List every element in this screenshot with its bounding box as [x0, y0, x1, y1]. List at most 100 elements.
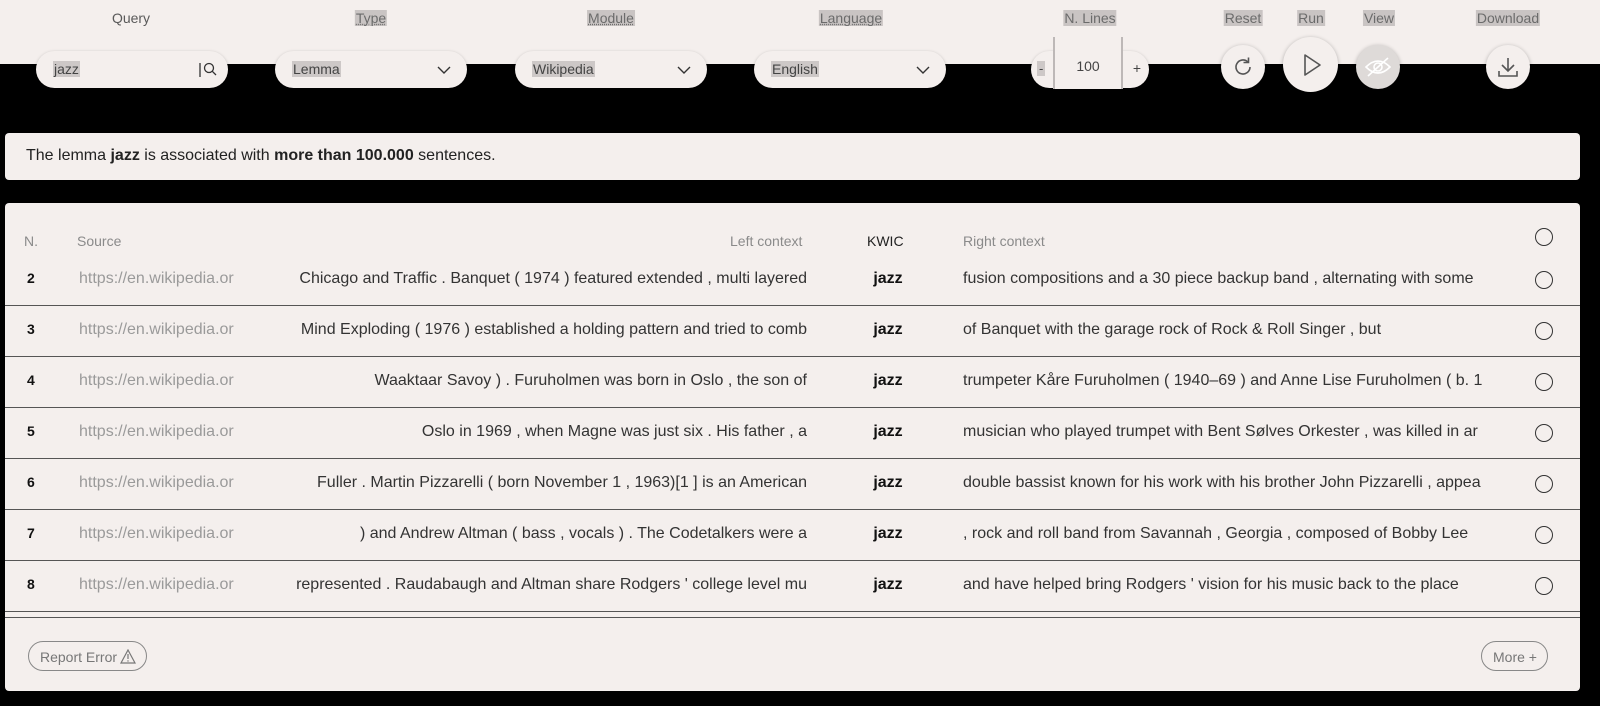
table-row[interactable]: 3 https://en.wikipedia.org Mind Explodin… [5, 305, 1580, 356]
row-number: 8 [27, 576, 35, 592]
table-row[interactable]: 2 https://en.wikipedia.org Chicago and T… [5, 266, 1580, 305]
row-select-radio-icon[interactable] [1535, 271, 1553, 289]
row-kwic: jazz [873, 525, 903, 542]
warning-icon [120, 648, 137, 664]
download-label: Download [1475, 10, 1541, 26]
summary-lemma: jazz [110, 147, 140, 164]
table-bottom-divider [5, 617, 1580, 618]
language-value: English [771, 61, 819, 77]
reset-label: Reset [1223, 10, 1263, 26]
row-kwic: jazz [873, 372, 903, 389]
header-left-context: Left context [730, 233, 803, 249]
row-right-context: fusion compositions and a 30 piece backu… [963, 270, 1474, 287]
language-label: Language [818, 10, 884, 26]
eye-off-icon [1364, 57, 1392, 77]
row-left-context: ) and Andrew Altman ( bass , vocals ) . … [359, 525, 807, 542]
nlines-increment-button[interactable]: + [1133, 60, 1141, 76]
results-table-body[interactable]: 2 https://en.wikipedia.org Chicago and T… [5, 266, 1580, 614]
view-label: View [1362, 10, 1396, 26]
type-select[interactable]: Lemma [275, 51, 467, 88]
row-right-context: trumpeter Kåre Furuholmen ( 1940–69 ) an… [963, 372, 1483, 389]
download-button[interactable] [1486, 45, 1530, 89]
run-label: Run [1297, 10, 1325, 26]
row-select-radio-icon[interactable] [1535, 526, 1553, 544]
row-source-link[interactable]: https://en.wikipedia.org [79, 321, 234, 339]
row-left-context: Chicago and Traffic . Banquet ( 1974 ) f… [299, 270, 807, 287]
select-all-radio-icon[interactable] [1535, 228, 1553, 246]
row-select-radio-icon[interactable] [1535, 322, 1553, 340]
module-select[interactable]: Wikipedia [515, 51, 707, 88]
summary-count: more than 100.000 [274, 147, 414, 164]
chevron-down-icon [677, 66, 691, 74]
nlines-field[interactable]: 100 [1053, 37, 1123, 89]
table-row[interactable]: 4 https://en.wikipedia.org Waaktaar Savo… [5, 356, 1580, 407]
run-button[interactable] [1283, 37, 1338, 92]
row-right-context: double bassist known for his work with h… [963, 474, 1481, 491]
row-number: 6 [27, 474, 35, 490]
table-row [5, 611, 1580, 614]
reset-button[interactable] [1221, 45, 1265, 89]
row-select-radio-icon[interactable] [1535, 577, 1553, 595]
row-source-link[interactable]: https://en.wikipedia.org [79, 474, 234, 492]
row-right-context: , rock and roll band from Savannah , Geo… [963, 525, 1469, 542]
row-left-context: represented . Raudabaugh and Altman shar… [296, 576, 807, 593]
row-kwic: jazz [873, 270, 903, 287]
header-kwic: KWIC [867, 233, 904, 249]
summary-prefix: The lemma [26, 147, 111, 164]
row-source-link[interactable]: https://en.wikipedia.org [79, 576, 234, 594]
chevron-down-icon [437, 66, 451, 74]
table-row[interactable]: 8 https://en.wikipedia.org represented .… [5, 560, 1580, 611]
row-left-context: Fuller . Martin Pizzarelli ( born Novemb… [317, 474, 807, 491]
row-source-link[interactable]: https://en.wikipedia.org [79, 525, 234, 543]
table-row[interactable]: 6 https://en.wikipedia.org Fuller . Mart… [5, 458, 1580, 509]
row-source-link[interactable]: https://en.wikipedia.org [79, 372, 234, 390]
nlines-stepper[interactable]: - 100 + [1031, 37, 1149, 89]
header-right-context: Right context [963, 233, 1045, 249]
row-source-link[interactable]: https://en.wikipedia.org [79, 270, 234, 288]
row-select-radio-icon[interactable] [1535, 424, 1553, 442]
report-error-label: Report Error [40, 649, 118, 665]
nlines-value: 100 [1076, 58, 1100, 74]
row-kwic: jazz [873, 423, 903, 440]
download-icon [1498, 58, 1518, 77]
search-icon[interactable] [198, 60, 218, 80]
view-button[interactable] [1356, 45, 1400, 89]
reset-icon [1235, 57, 1251, 75]
summary-suffix: sentences. [413, 147, 496, 164]
row-number: 4 [27, 372, 35, 388]
query-label: Query [111, 10, 151, 26]
module-value: Wikipedia [532, 61, 595, 77]
language-select[interactable]: English [754, 51, 946, 88]
row-left-context: Mind Exploding ( 1976 ) established a ho… [300, 321, 807, 338]
table-row[interactable]: 7 https://en.wikipedia.org ) and Andrew … [5, 509, 1580, 560]
row-kwic: jazz [873, 321, 903, 338]
type-label: Type [354, 10, 388, 26]
type-value: Lemma [292, 61, 341, 77]
query-value: jazz [53, 61, 80, 77]
results-panel: N. Source Left context KWIC Right contex… [5, 203, 1580, 691]
row-right-context: of Banquet with the garage rock of Rock … [963, 321, 1382, 338]
chevron-down-icon [916, 66, 930, 74]
more-button[interactable]: More + [1481, 641, 1548, 671]
nlines-label: N. Lines [1063, 10, 1117, 26]
row-left-context: Oslo in 1969 , when Magne was just six .… [421, 423, 807, 440]
nlines-decrement-button[interactable]: - [1037, 61, 1046, 76]
row-right-context: and have helped bring Rodgers ' vision f… [963, 576, 1459, 593]
report-error-button[interactable]: Report Error [28, 641, 148, 671]
row-source-link[interactable]: https://en.wikipedia.org [79, 423, 234, 441]
row-kwic: jazz [873, 576, 903, 593]
summary-middle: is associated with [139, 147, 275, 164]
row-kwic: jazz [873, 474, 903, 491]
row-select-radio-icon[interactable] [1535, 373, 1553, 391]
row-number: 3 [27, 321, 35, 337]
row-left-context: Waaktaar Savoy ) . Furuholmen was born i… [374, 372, 808, 389]
table-row[interactable]: 5 https://en.wikipedia.org Oslo in 1969 … [5, 407, 1580, 458]
row-right-context: musician who played trumpet with Bent Sø… [963, 423, 1478, 440]
row-number: 7 [27, 525, 35, 541]
play-icon [1303, 53, 1321, 76]
module-label: Module [587, 10, 635, 26]
query-input[interactable]: jazz [36, 51, 228, 88]
row-number: 5 [27, 423, 35, 439]
row-select-radio-icon[interactable] [1535, 475, 1553, 493]
header-source: Source [77, 233, 122, 249]
